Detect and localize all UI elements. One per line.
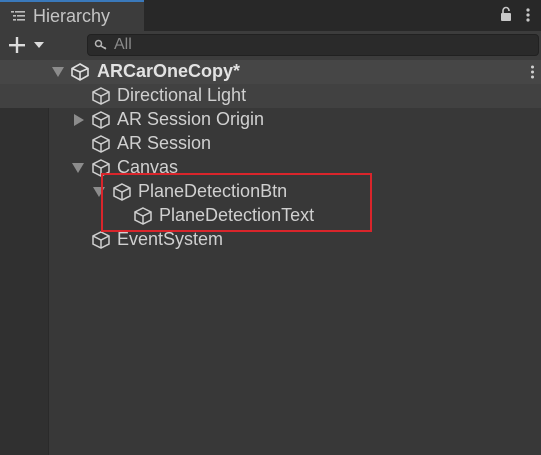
item-label: PlaneDetectionText (159, 205, 315, 225)
foldout-collapsed-icon[interactable] (73, 114, 85, 126)
gameobject-cube-icon (113, 183, 131, 201)
unity-logo-icon (71, 63, 89, 81)
search-icon (94, 39, 107, 50)
item-label: Directional Light (117, 85, 247, 105)
gameobject-cube-icon (92, 87, 110, 105)
hierarchy-toolbar (0, 31, 541, 61)
item-label: EventSystem (117, 229, 224, 249)
item-label: AR Session (117, 133, 212, 153)
hierarchy-item[interactable]: AR Session (0, 132, 541, 156)
tab-title: Hierarchy (33, 6, 111, 26)
item-label: Canvas (117, 157, 179, 177)
hierarchy-item[interactable]: EventSystem (0, 228, 541, 252)
hierarchy-item[interactable]: AR Session Origin (0, 108, 541, 132)
foldout-expanded-icon[interactable] (72, 162, 84, 174)
foldout-expanded-icon[interactable] (93, 186, 105, 198)
item-label: AR Session Origin (117, 109, 265, 129)
gameobject-cube-icon (92, 111, 110, 129)
lock-icon[interactable] (500, 6, 512, 22)
scene-name: ARCarOneCopy* (97, 61, 241, 81)
foldout-expanded-icon[interactable] (52, 67, 64, 77)
hierarchy-item[interactable]: PlaneDetectionText (0, 204, 541, 228)
gameobject-cube-icon (92, 135, 110, 153)
plus-dropdown-icon[interactable] (6, 34, 48, 56)
hierarchy-list-icon (11, 11, 25, 21)
search-input[interactable] (114, 35, 534, 55)
scene-row[interactable]: ARCarOneCopy* (0, 60, 541, 84)
gameobject-cube-icon (92, 231, 110, 249)
tab-bar: Hierarchy (0, 0, 541, 31)
gameobject-cube-icon (134, 207, 152, 225)
search-box[interactable] (87, 34, 539, 56)
hierarchy-item[interactable]: Canvas (0, 156, 541, 180)
kebab-menu-icon[interactable] (525, 7, 531, 23)
hierarchy-item[interactable]: PlaneDetectionBtn (0, 180, 541, 204)
hierarchy-window: Hierarchy All ARCarOneCopy* Directional … (0, 0, 541, 455)
tab-hierarchy[interactable]: Hierarchy (0, 0, 144, 31)
gameobject-cube-icon (92, 159, 110, 177)
item-label: PlaneDetectionBtn (138, 181, 288, 201)
scene-kebab-menu-icon[interactable] (530, 64, 535, 80)
hierarchy-item[interactable]: Directional Light (0, 84, 541, 108)
